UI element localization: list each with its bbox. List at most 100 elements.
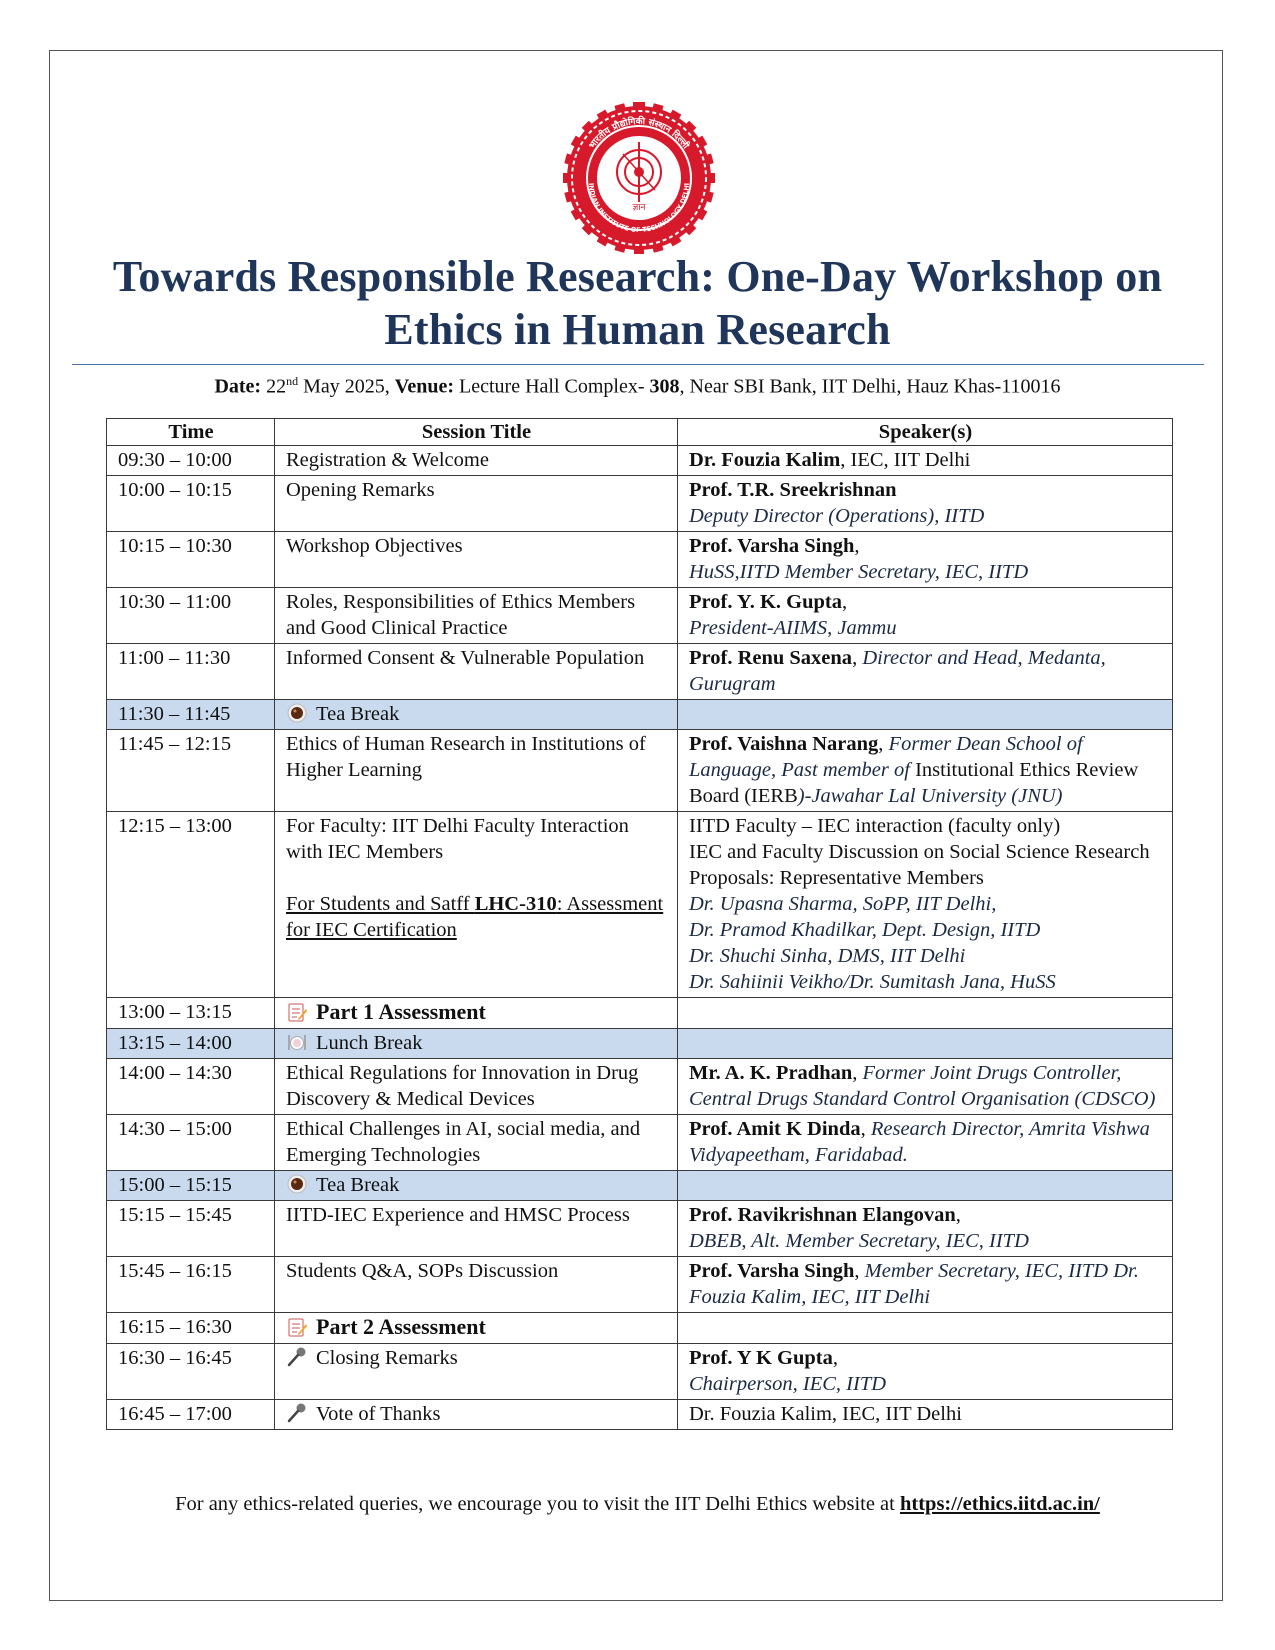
table-row: 10:00 – 10:15 Opening Remarks Prof. T.R. S…	[106, 475, 1173, 532]
session-title-cell: Ethical Challenges in AI, social media, …	[274, 1114, 678, 1171]
title-line-2: Ethics in Human Research	[384, 305, 891, 354]
time-cell: 13:00 – 13:15	[106, 997, 275, 1029]
memo-icon	[286, 1317, 316, 1339]
speaker-name: Prof. Y. K. Gupta	[689, 591, 843, 613]
session-title-cell: Part 1 Assessment	[274, 997, 678, 1029]
speaker-name: Prof. Varsha Singh	[689, 535, 855, 557]
speaker-cell: Prof. Y K Gupta, Chairperson, IEC, IITD	[677, 1343, 1173, 1400]
time-cell: 14:30 – 15:00	[106, 1114, 275, 1171]
time-cell: 16:30 – 16:45	[106, 1343, 275, 1400]
plate-icon	[286, 1032, 316, 1054]
time-cell: 11:00 – 11:30	[106, 643, 275, 700]
speaker-cell: Dr. Fouzia Kalim, IEC, IIT Delhi	[677, 1399, 1173, 1430]
venue-label: Venue:	[394, 375, 455, 398]
speaker-cell: Prof. Vaishna Narang, Former Dean School…	[677, 729, 1173, 812]
session-title-cell: Part 2 Assessment	[274, 1312, 678, 1344]
microphone-icon	[286, 1403, 316, 1425]
table-row: 11:00 – 11:30 Informed Consent & Vulnerab…	[106, 643, 1173, 700]
session-title: Informed Consent & Vulnerable Population	[286, 647, 645, 669]
speaker-affiliation-3: )-Jawahar Lal University (JNU)	[797, 785, 1063, 807]
speaker-name: Prof. Y K Gupta	[689, 1347, 833, 1369]
speaker-name: Prof. Varsha Singh	[689, 1260, 855, 1282]
speaker-text: ,	[832, 1347, 839, 1369]
session-title: Part 2 Assessment	[316, 1314, 486, 1339]
time-cell: 11:30 – 11:45	[106, 699, 275, 730]
session-title: Roles, Responsibilities of Ethics Member…	[286, 591, 636, 639]
session-title: IITD-IEC Experience and HMSC Process	[286, 1204, 630, 1226]
agenda-table: Time Session Title Speaker(s) 09:30 – 10…	[106, 418, 1173, 1430]
students-room: LHC-310	[474, 893, 557, 915]
table-row: 09:30 – 10:00 Registration & Welcome Dr. F…	[106, 445, 1173, 476]
session-title: For Faculty: IIT Delhi Faculty Interacti…	[286, 815, 629, 863]
session-title-cell: Ethical Regulations for Innovation in Dr…	[274, 1058, 678, 1115]
session-title: Ethical Regulations for Innovation in Dr…	[286, 1062, 639, 1110]
date-suffix: nd	[286, 374, 299, 388]
speaker-text: ,	[955, 1204, 961, 1226]
table-row: 14:00 – 14:30 Ethical Regulations for Inn…	[106, 1058, 1173, 1115]
speaker-line: IITD Faculty – IEC interaction (faculty …	[689, 815, 1061, 837]
session-title: Closing Remarks	[316, 1347, 458, 1369]
speaker-text: ,	[878, 733, 889, 755]
page-title: Towards Responsible Research: One-Day Wo…	[70, 250, 1205, 356]
session-title: Ethics of Human Research in Institutions…	[286, 733, 646, 781]
session-title: Tea Break	[316, 1174, 400, 1196]
speaker-name: Prof. Ravikrishnan Elangovan	[689, 1204, 956, 1226]
time-cell: 16:15 – 16:30	[106, 1312, 275, 1344]
speaker-cell: Prof. Y. K. Gupta, President-AIIMS, Jammu	[677, 587, 1173, 644]
session-title-cell: Vote of Thanks	[274, 1399, 678, 1430]
header-session-title: Session Title	[274, 418, 678, 446]
session-title: Students Q&A, SOPs Discussion	[286, 1260, 559, 1282]
table-row: 16:30 – 16:45 Closing Remarks Prof. Y K Gu…	[106, 1343, 1173, 1400]
time-cell: 16:45 – 17:00	[106, 1399, 275, 1430]
footer-note: For any ethics-related queries, we encou…	[70, 1491, 1205, 1517]
session-title-cell: Roles, Responsibilities of Ethics Member…	[274, 587, 678, 644]
speaker-name: Prof. T.R. Sreekrishnan	[689, 479, 897, 501]
speaker-text: ,	[852, 1062, 863, 1084]
table-header-row: Time Session Title Speaker(s)	[106, 418, 1173, 446]
table-row: 15:45 – 16:15 Students Q&A, SOPs Discussi…	[106, 1256, 1173, 1313]
session-title-cell: Opening Remarks	[274, 475, 678, 532]
venue-text-2: , Near SBI Bank, IIT Delhi, Hauz Khas-11…	[679, 375, 1061, 398]
time-cell: 12:15 – 13:00	[106, 811, 275, 998]
speaker-affiliation: President-AIIMS, Jammu	[689, 617, 897, 639]
title-line-1: Towards Responsible Research: One-Day Wo…	[112, 252, 1163, 301]
session-title: Registration & Welcome	[286, 449, 489, 471]
session-title: Vote of Thanks	[316, 1403, 441, 1425]
session-title-cell: Tea Break	[274, 1170, 678, 1201]
session-title: Ethical Challenges in AI, social media, …	[286, 1118, 641, 1166]
speaker-member: Dr. Shuchi Sinha, DMS, IIT Delhi	[689, 945, 966, 967]
speaker-text: ,	[852, 647, 863, 669]
speaker-affiliation: Deputy Director (Operations), IITD	[689, 505, 985, 527]
session-title-cell: Lunch Break	[274, 1028, 678, 1059]
logo-motto: ज्ञान	[632, 203, 646, 213]
table-row: 11:30 – 11:45 Tea Break	[106, 699, 1173, 730]
speaker-cell	[677, 1028, 1173, 1059]
speaker-cell: Prof. Varsha Singh, Member Secretary, IE…	[677, 1256, 1173, 1313]
date-venue-line: Date: 22nd May 2025, Venue: Lecture Hall…	[70, 368, 1205, 400]
speaker-name: Prof. Amit K Dinda	[689, 1118, 861, 1140]
table-row: 10:15 – 10:30 Workshop Objectives Prof. Va…	[106, 531, 1173, 588]
tea-icon	[286, 703, 316, 725]
session-title: Opening Remarks	[286, 479, 435, 501]
speaker-cell	[677, 997, 1173, 1029]
time-cell: 10:15 – 10:30	[106, 531, 275, 588]
table-row: 15:15 – 15:45 IITD-IEC Experience and HMS…	[106, 1200, 1173, 1257]
speaker-text: ,	[854, 535, 860, 557]
time-cell: 14:00 – 14:30	[106, 1058, 275, 1115]
time-cell: 11:45 – 12:15	[106, 729, 275, 812]
table-row: 13:00 – 13:15 Part 1 Assessment	[106, 997, 1173, 1029]
date-day: 22	[266, 375, 287, 398]
table-row: 15:00 – 15:15 Tea Break	[106, 1170, 1173, 1201]
ethics-website-link[interactable]: https://ethics.iitd.ac.in/	[900, 1493, 1100, 1515]
venue-room: 308	[649, 375, 680, 398]
speaker-member: Dr. Pramod Khadilkar, Dept. Design, IITD	[689, 919, 1041, 941]
date-rest: May 2025,	[298, 375, 390, 398]
speaker-member: Dr. Sahiinii Veikho/Dr. Sumitash Jana, H…	[689, 971, 1056, 993]
speaker-affiliation: HuSS,IITD Member Secretary, IEC, IITD	[689, 561, 1029, 583]
date-label: Date:	[214, 375, 262, 398]
speaker-affiliation: DBEB, Alt. Member Secretary, IEC, IITD	[689, 1230, 1029, 1252]
speaker-line: IEC and Faculty Discussion on Social Sci…	[689, 841, 1150, 889]
session-title-cell: Tea Break	[274, 699, 678, 730]
speaker-cell: Dr. Fouzia Kalim, IEC, IIT Delhi	[677, 445, 1173, 476]
